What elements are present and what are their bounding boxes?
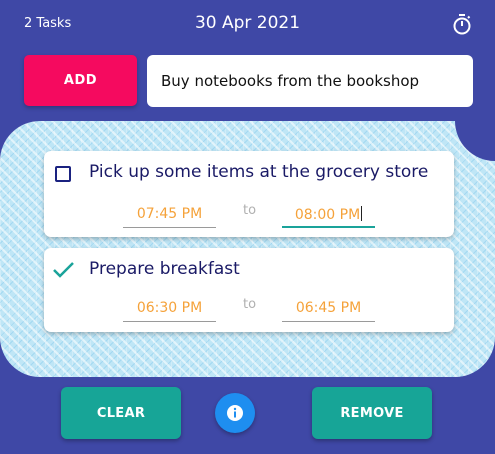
time-separator: to xyxy=(243,203,257,218)
app-header: 2 Tasks 30 Apr 2021 xyxy=(0,0,495,50)
task-card: Prepare breakfast 06:30 PM to 06:45 PM xyxy=(44,248,454,332)
end-time-field[interactable]: 06:45 PM xyxy=(282,292,375,322)
task-title[interactable]: Pick up some items at the grocery store xyxy=(89,162,428,182)
task-checkbox[interactable] xyxy=(55,166,71,182)
new-task-input[interactable] xyxy=(147,55,473,107)
task-card: Pick up some items at the grocery store … xyxy=(44,151,454,237)
start-time-field[interactable]: 06:30 PM xyxy=(123,292,216,322)
end-time-value: 08:00 PM xyxy=(294,207,361,223)
remove-button[interactable]: REMOVE xyxy=(312,387,432,439)
add-button[interactable]: ADD xyxy=(24,55,137,106)
info-button[interactable] xyxy=(215,393,255,433)
info-icon xyxy=(227,405,243,421)
task-title[interactable]: Prepare breakfast xyxy=(89,259,240,279)
checkmark-icon[interactable] xyxy=(53,261,75,279)
text-cursor xyxy=(361,206,363,221)
clear-button[interactable]: CLEAR xyxy=(61,387,181,439)
start-time-value: 07:45 PM xyxy=(136,206,203,222)
time-separator: to xyxy=(243,297,257,312)
current-date: 30 Apr 2021 xyxy=(194,13,301,33)
start-time-value: 06:30 PM xyxy=(136,300,203,316)
end-time-field[interactable]: 08:00 PM xyxy=(282,198,375,228)
start-time-field[interactable]: 07:45 PM xyxy=(123,198,216,228)
stopwatch-icon[interactable] xyxy=(452,13,472,35)
end-time-value: 06:45 PM xyxy=(295,300,362,316)
